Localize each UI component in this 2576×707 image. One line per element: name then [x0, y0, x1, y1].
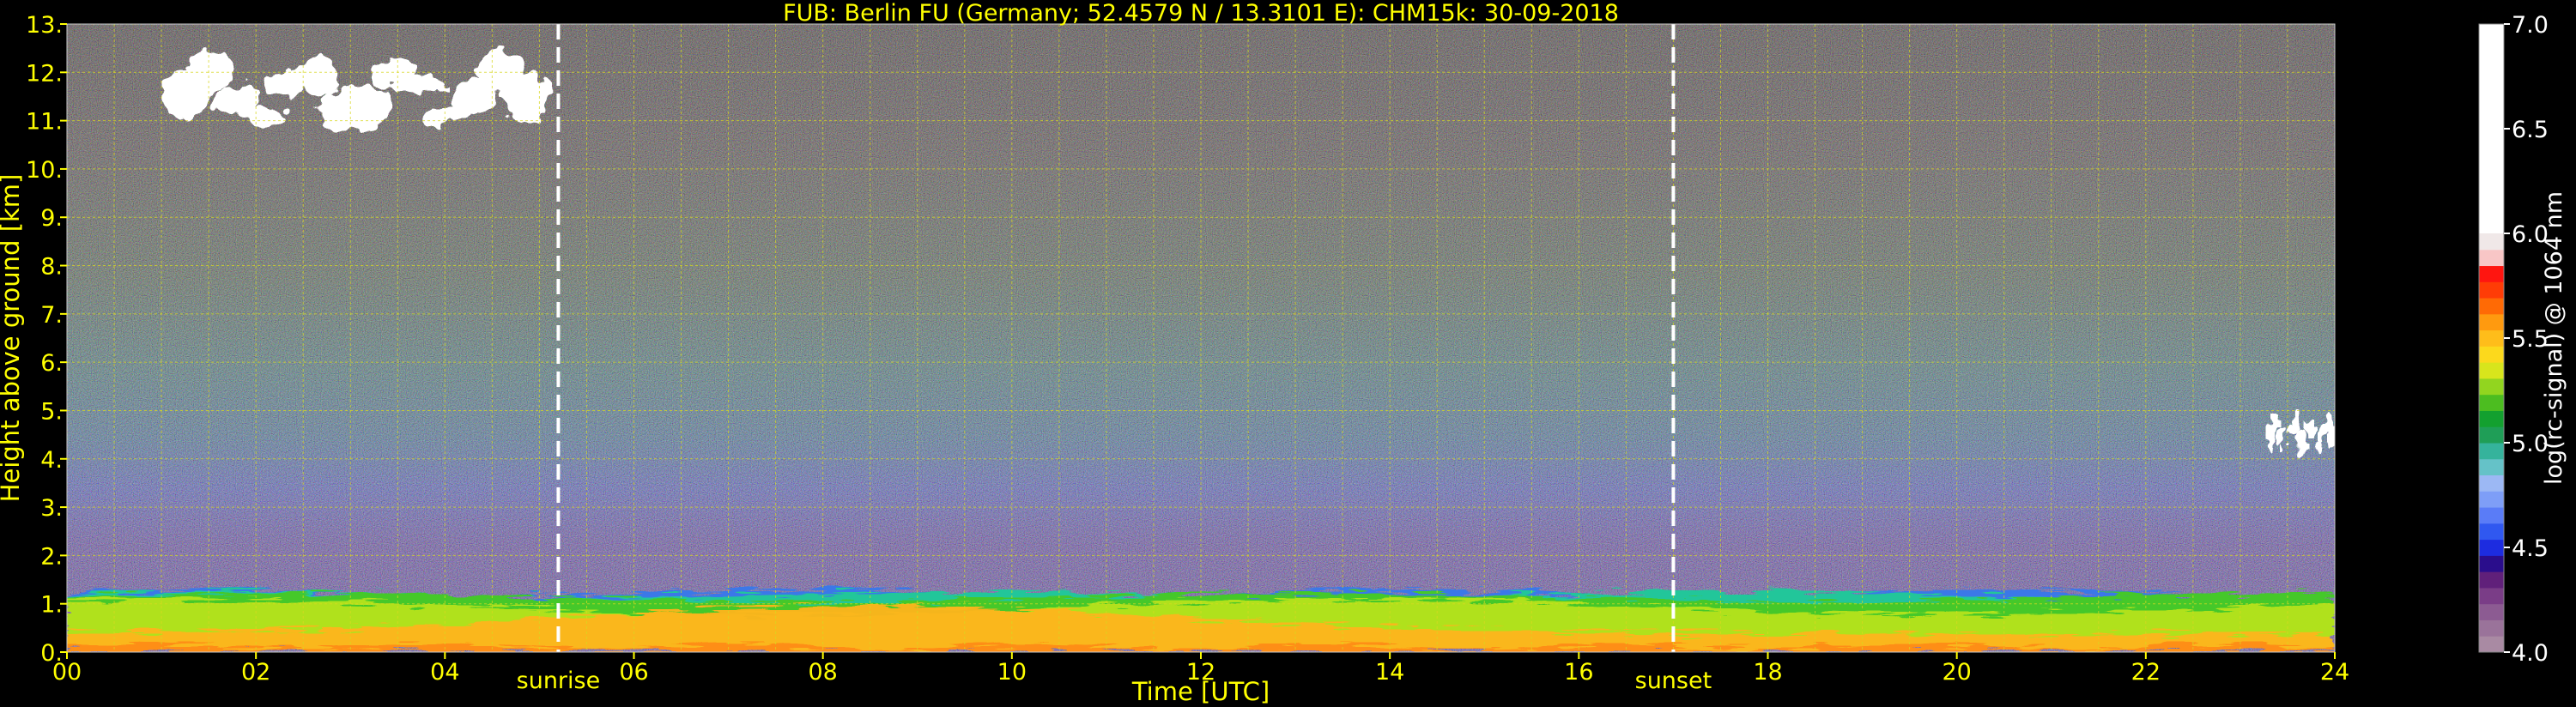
y-tick-label: 7.	[40, 302, 63, 329]
cloud-blob	[344, 86, 392, 130]
colorbar-segment	[2479, 491, 2504, 508]
colorbar-segment	[2479, 265, 2504, 282]
x-tick-label: 06	[619, 659, 648, 686]
colorbar-segment	[2479, 619, 2504, 637]
colorbar-segment	[2479, 410, 2504, 427]
colorbar-segment	[2479, 443, 2504, 460]
y-tick-label: 10.	[26, 157, 63, 184]
colorbar-segment	[2479, 555, 2504, 572]
colorbar-segment	[2479, 571, 2504, 589]
x-tick-label: 24	[2320, 659, 2349, 686]
colorbar-segment	[2479, 329, 2504, 347]
x-tick-label: 08	[808, 659, 837, 686]
colorbar-segment	[2479, 313, 2504, 331]
colorbar-segment	[2479, 458, 2504, 476]
y-tick-label: 11.	[26, 109, 63, 136]
colorbar-segment	[2479, 346, 2504, 363]
x-tick-label: 20	[1942, 659, 1971, 686]
x-tick-label: 22	[2131, 659, 2161, 686]
colorbar-segment	[2479, 474, 2504, 492]
y-tick-label: 12.	[26, 60, 63, 87]
colorbar-segment	[2479, 394, 2504, 411]
colorbar-segment	[2479, 378, 2504, 396]
y-tick-label: 8.	[40, 254, 63, 281]
sunrise-label: sunrise	[517, 668, 601, 694]
colorbar-segment	[2479, 426, 2504, 444]
y-tick-label: 4.	[40, 447, 63, 474]
colorbar-segment	[2479, 298, 2504, 315]
plot-area	[67, 24, 2335, 652]
chart-title: FUB: Berlin FU (Germany; 52.4579 N / 13.…	[783, 0, 1619, 27]
cloud-blob	[2281, 440, 2290, 451]
y-tick-label: 13.	[26, 12, 63, 39]
y-tick-label: 2.	[40, 543, 63, 570]
colorbar-segment	[2479, 249, 2504, 267]
colorbar-segment	[2479, 587, 2504, 605]
colorbar-segment	[2479, 539, 2504, 556]
colorbar-label: log(rc-signal) @ 1064 nm	[2541, 191, 2567, 485]
x-axis-label: Time [UTC]	[1131, 677, 1270, 706]
y-axis-label: Height above ground [km]	[0, 174, 25, 503]
colorbar-segment	[2479, 362, 2504, 379]
y-tick-label: 5.	[40, 398, 63, 425]
sunset-label: sunset	[1635, 668, 1712, 694]
colorbar-segment	[2479, 523, 2504, 541]
colorbar-segment	[2479, 636, 2504, 653]
y-tick-label: 9.	[40, 205, 63, 232]
colorbar-segment	[2479, 233, 2504, 251]
y-ticks: 0.1.2.3.4.5.6.7.8.9.10.11.12.13.	[26, 12, 67, 667]
x-tick-label: 02	[241, 659, 270, 686]
colorbar-segment	[2479, 24, 2504, 233]
colorbar-tick-label: 7.0	[2512, 12, 2549, 39]
lidar-chart: sunrise sunset 0.1.2.3.4.5.6.7.8.9.10.11.…	[0, 0, 2567, 706]
x-tick-label: 18	[1753, 659, 1782, 686]
x-tick-label: 16	[1564, 659, 1593, 686]
colorbar-tick-label: 4.0	[2512, 640, 2549, 667]
colorbar-segment	[2479, 603, 2504, 620]
cloud-blob	[2271, 412, 2281, 434]
cloud-blob	[502, 73, 550, 120]
cloud-blob	[397, 75, 445, 95]
cloud-blob	[2328, 423, 2335, 449]
x-tick-label: 10	[997, 659, 1027, 686]
x-tick-label: 00	[52, 659, 82, 686]
cloud-blob	[186, 51, 234, 93]
colorbar-segment	[2479, 507, 2504, 524]
cloud-blob	[2309, 424, 2318, 436]
cloud-blob	[2300, 430, 2309, 454]
colorbar-tick-label: 4.5	[2512, 535, 2549, 562]
x-tick-label: 04	[430, 659, 459, 686]
y-tick-label: 3.	[40, 495, 63, 522]
y-tick-label: 1.	[40, 592, 63, 619]
y-tick-label: 6.	[40, 350, 63, 377]
cloud-blob	[239, 106, 288, 125]
colorbar-segment	[2479, 281, 2504, 299]
colorbar-tick-label: 6.5	[2512, 117, 2549, 143]
x-tick-label: 14	[1375, 659, 1404, 686]
colorbar: 4.04.55.05.56.06.57.0	[2478, 12, 2549, 667]
